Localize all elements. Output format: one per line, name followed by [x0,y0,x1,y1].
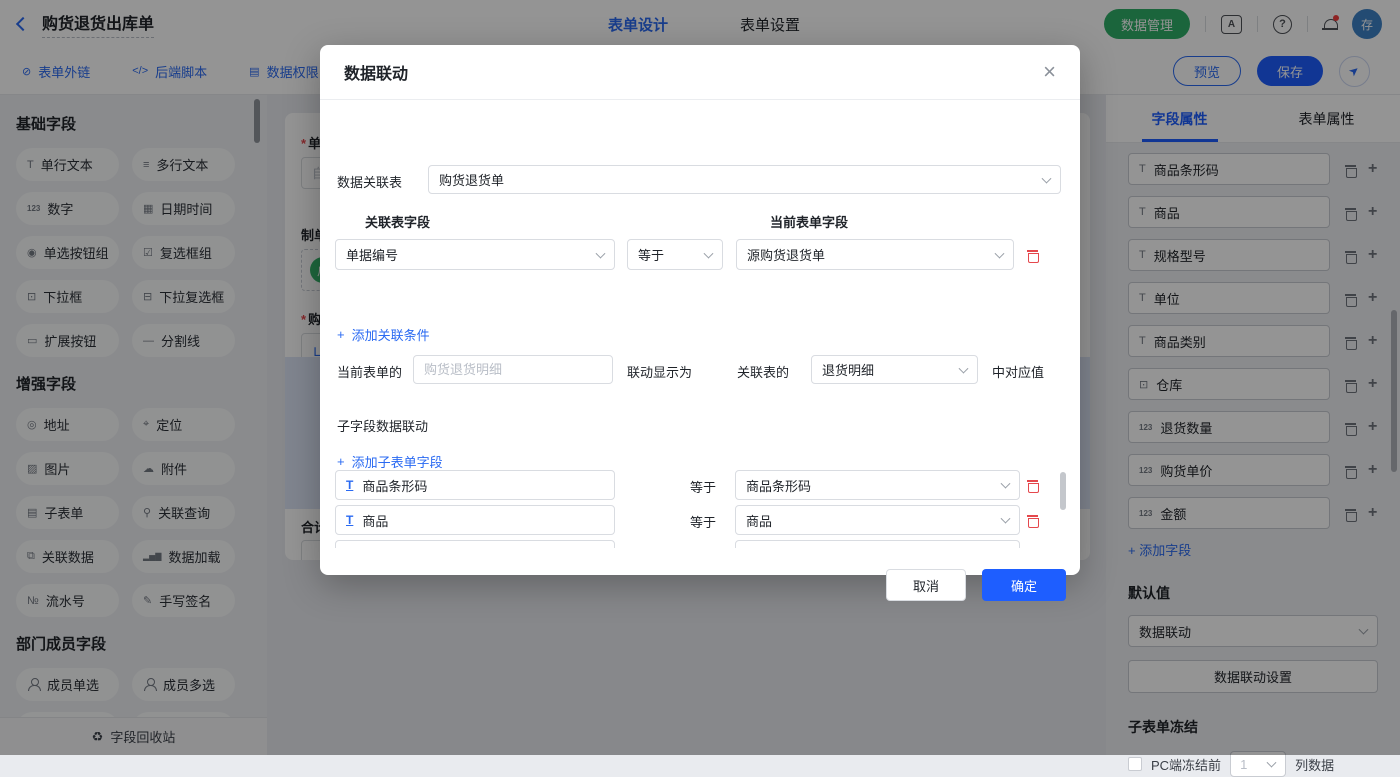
chevron-down-icon [959,363,969,373]
subfield-mapping-row-partial [320,540,1080,548]
mapping-rel-value: 退货明细 [822,360,874,379]
condition-target-select[interactable]: 源购货退货单 [736,239,1014,270]
chevron-down-icon [995,248,1005,258]
column-header-right: 当前表单字段 [770,212,848,231]
chevron-down-icon [704,248,714,258]
add-subfield-link[interactable]: + 添加子表单字段 [337,452,443,471]
column-header-left: 关联表字段 [365,212,430,231]
chevron-down-icon [1042,173,1052,183]
subfield-left-box[interactable]: T 商品条形码 [335,470,615,500]
subfield-left-box[interactable] [335,540,615,548]
subfield-mapping-row: T 商品条形码 等于 商品条形码 [320,470,1080,500]
condition-operator-value: 等于 [638,245,664,264]
delete-subfield-trash-icon[interactable] [1027,478,1038,491]
subfield-op-label: 等于 [690,512,716,531]
subfield-linkage-title: 子字段数据联动 [337,416,428,435]
relation-table-label: 数据关联表 [337,172,402,191]
data-linkage-modal: 数据联动 × 数据关联表 购货退货单 关联表字段 当前表单字段 单据编号 等于 … [320,45,1080,575]
freeze-prefix-label: PC端冻结前 [1151,755,1221,774]
delete-condition-trash-icon[interactable] [1027,248,1038,261]
freeze-count-value: 1 [1240,757,1247,772]
modal-title: 数据联动 [344,60,408,84]
chevron-down-icon [596,248,606,258]
subfield-mapping-row: T 商品 等于 商品 [320,505,1080,535]
mapping-rel-select[interactable]: 退货明细 [811,355,978,384]
plus-icon: + [337,454,345,469]
condition-field-value: 单据编号 [346,245,398,264]
subfield-left-value: 商品 [362,511,388,530]
relation-table-value: 购货退货单 [439,170,504,189]
chevron-down-icon [1001,479,1011,489]
mapping-middle-label: 联动显示为 [627,362,692,381]
mapping-prefix-label: 当前表单的 [337,362,402,381]
modal-list-scrollbar[interactable] [1060,472,1066,510]
chevron-down-icon [1267,758,1277,768]
mapping-suffix-label: 中对应值 [992,362,1044,381]
condition-target-value: 源购货退货单 [747,245,825,264]
relation-table-select[interactable]: 购货退货单 [428,165,1061,194]
close-icon[interactable]: × [1043,61,1056,83]
chevron-down-icon [1001,514,1011,524]
cancel-button[interactable]: 取消 [886,569,966,601]
delete-subfield-trash-icon[interactable] [1027,513,1038,526]
subfield-right-select[interactable] [735,540,1020,548]
subfield-mapping-list: T 商品条形码 等于 商品条形码 T 商品 等于 商品 [320,470,1080,548]
condition-field-select[interactable]: 单据编号 [335,239,615,270]
subfield-left-value: 商品条形码 [362,476,427,495]
freeze-checkbox[interactable] [1128,757,1142,771]
add-condition-link[interactable]: + 添加关联条件 [337,325,430,344]
mapping-field-input[interactable] [413,355,613,384]
text-icon: T [346,478,353,492]
subfield-left-box[interactable]: T 商品 [335,505,615,535]
subfield-right-select[interactable]: 商品 [735,505,1020,535]
text-icon: T [346,513,353,527]
modal-body: 数据关联表 购货退货单 关联表字段 当前表单字段 单据编号 等于 源购货退货单 … [320,100,1080,574]
condition-operator-select[interactable]: 等于 [627,239,723,270]
plus-icon: + [337,327,345,342]
subfield-op-label: 等于 [690,477,716,496]
subfield-right-select[interactable]: 商品条形码 [735,470,1020,500]
freeze-suffix-label: 列数据 [1295,755,1334,774]
subfield-right-value: 商品 [746,511,772,530]
confirm-button[interactable]: 确定 [982,569,1066,601]
subfield-right-value: 商品条形码 [746,476,811,495]
mapping-rel-label: 关联表的 [737,362,789,381]
modal-header: 数据联动 × [320,45,1080,100]
